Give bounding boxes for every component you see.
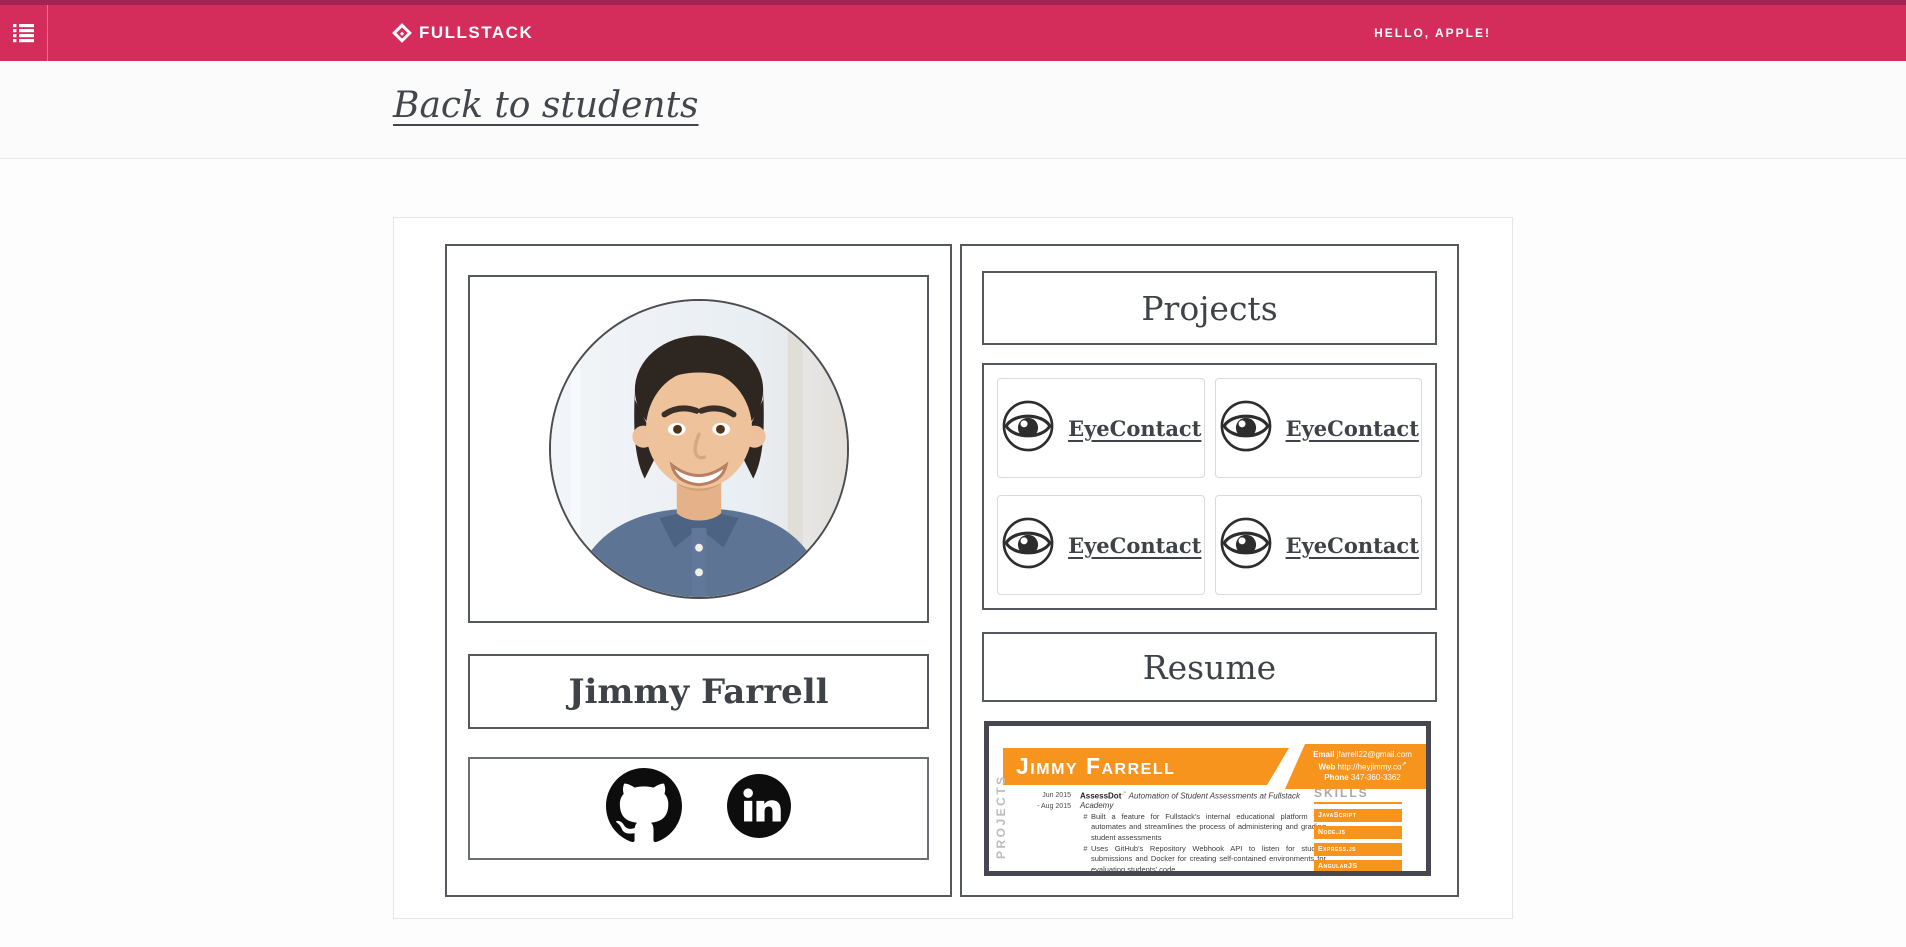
social-links-box: [468, 757, 929, 860]
eye-icon[interactable]: [1218, 515, 1274, 576]
project-link[interactable]: EyeContact: [1068, 533, 1201, 558]
resume-header: Resume: [982, 632, 1437, 702]
resume-contact-block: Email jfarrell22@gmail.com Web http://he…: [1285, 744, 1426, 789]
entry-bullet: # Built a feature for Fullstack's intern…: [1080, 812, 1326, 844]
external-link-icon: ↗: [1401, 762, 1406, 768]
resume-section-label: PROJECTS: [994, 779, 1008, 859]
projects-grid: EyeContact EyeContact: [982, 363, 1437, 610]
skills-title: SKILLS: [1314, 786, 1402, 804]
photo-frame: [468, 275, 929, 623]
main-content: Jimmy Farrell: [0, 159, 1906, 919]
external-link-icon: ↗: [1121, 791, 1126, 797]
project-card[interactable]: EyeContact: [997, 495, 1205, 595]
project-link[interactable]: EyeContact: [1068, 416, 1201, 441]
resume-thumbnail[interactable]: Jimmy Farrell Email jfarrell22@gmail.com…: [984, 721, 1431, 876]
skill-bar: JavaScript: [1314, 809, 1402, 822]
github-icon: [606, 768, 682, 849]
resume-name: Jimmy Farrell: [1016, 753, 1175, 780]
resume-web: Web http://heyjimmy.co↗: [1303, 761, 1422, 773]
top-navbar: FULLSTACK HELLO, APPLE!: [0, 0, 1906, 61]
resume-document: Jimmy Farrell Email jfarrell22@gmail.com…: [989, 726, 1426, 871]
brand-link[interactable]: FULLSTACK: [393, 23, 533, 43]
project-card[interactable]: EyeContact: [997, 378, 1205, 478]
brand-label: FULLSTACK: [419, 23, 533, 43]
resume-entry: Jun 2015 - Aug 2015 AssessDot↗ Automatio…: [1021, 790, 1326, 876]
project-card[interactable]: EyeContact: [1215, 378, 1423, 478]
entry-title: AssessDot↗ Automation of Student Assessm…: [1080, 790, 1326, 810]
subheader-container: Back to students: [393, 61, 1513, 126]
linkedin-link[interactable]: [726, 773, 792, 844]
project-link[interactable]: EyeContact: [1286, 416, 1419, 441]
profile-panel: Jimmy Farrell: [445, 244, 952, 897]
project-card[interactable]: EyeContact: [1215, 495, 1423, 595]
projects-title: Projects: [1141, 289, 1277, 328]
student-photo: [549, 299, 849, 599]
menu-button[interactable]: [0, 5, 48, 66]
list-menu-icon: [13, 24, 34, 48]
resume-email: Email jfarrell22@gmail.com: [1303, 749, 1422, 760]
entry-bullet: # Uses GitHub's Repository Webhook API t…: [1080, 844, 1326, 876]
entry-content: AssessDot↗ Automation of Student Assessm…: [1071, 790, 1326, 876]
resume-phone: Phone 347-360-3362: [1303, 772, 1422, 783]
skill-bar: AngularJS: [1314, 860, 1402, 873]
work-panel: Projects EyeContact: [960, 244, 1459, 897]
portrait-illustration: [551, 301, 847, 597]
fullstack-diamond-icon: [392, 23, 412, 43]
entry-dates: Jun 2015 - Aug 2015: [1021, 790, 1071, 876]
project-link[interactable]: EyeContact: [1286, 533, 1419, 558]
bullet-hash-icon: #: [1080, 812, 1091, 844]
student-name: Jimmy Farrell: [568, 672, 828, 712]
user-greeting: HELLO, APPLE!: [1374, 26, 1513, 40]
resume-title: Resume: [1143, 648, 1276, 687]
github-link[interactable]: [606, 768, 682, 849]
back-to-students-link[interactable]: Back to students: [393, 85, 699, 126]
skill-bar: Express.js: [1314, 843, 1402, 856]
navbar-container: FULLSTACK HELLO, APPLE!: [393, 5, 1513, 61]
resume-entries: Jun 2015 - Aug 2015 AssessDot↗ Automatio…: [1021, 790, 1326, 876]
resume-skills: SKILLS JavaScript Node.js Express.js Ang…: [1314, 786, 1402, 876]
eye-icon[interactable]: [1000, 398, 1056, 459]
skill-bar: Node.js: [1314, 826, 1402, 839]
resume-name-band: Jimmy Farrell: [1003, 748, 1289, 785]
student-profile-card: Jimmy Farrell: [393, 217, 1513, 919]
student-name-box: Jimmy Farrell: [468, 654, 929, 729]
projects-header: Projects: [982, 271, 1437, 345]
eye-icon[interactable]: [1000, 515, 1056, 576]
page-subheader: Back to students: [0, 61, 1906, 159]
linkedin-icon: [726, 773, 792, 844]
bullet-hash-icon: #: [1080, 844, 1091, 876]
eye-icon[interactable]: [1218, 398, 1274, 459]
